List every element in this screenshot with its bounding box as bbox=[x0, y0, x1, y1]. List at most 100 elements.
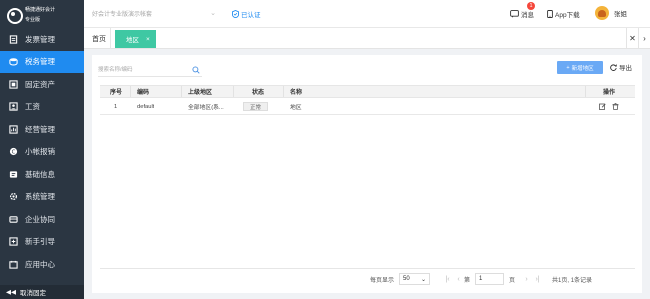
settings-icon bbox=[9, 192, 18, 201]
search-input[interactable]: 搜索名称/编码 bbox=[98, 64, 202, 77]
sidebar-item-tax[interactable]: 税务管理 bbox=[0, 50, 84, 73]
search-icon[interactable] bbox=[192, 66, 200, 74]
brand-edition: 专业版 bbox=[25, 16, 41, 23]
sidebar-menu: 发票管理 税务管理 固定资产 工资 经营管理 C 小帐报销 基础信息 系统管理 bbox=[0, 28, 84, 276]
shield-icon bbox=[232, 10, 239, 18]
add-region-label: 新增地区 bbox=[571, 65, 594, 72]
next-page-icon[interactable]: › bbox=[521, 276, 532, 283]
sidebar-item-label: 应用中心 bbox=[25, 259, 55, 269]
sidebar-item-label: 系统管理 bbox=[25, 192, 55, 202]
apps-icon bbox=[9, 260, 18, 269]
invoice-icon bbox=[9, 35, 18, 44]
logo-icon bbox=[6, 7, 23, 24]
message-icon bbox=[510, 10, 519, 18]
phone-icon bbox=[547, 10, 553, 18]
messages-button[interactable]: 消息 bbox=[510, 9, 534, 19]
verified-badge[interactable]: 已认证 bbox=[232, 9, 261, 19]
app-download-button[interactable]: App下载 bbox=[547, 9, 580, 19]
total-records: 共1页, 1条记录 bbox=[552, 277, 593, 284]
per-page-label: 每页显示 bbox=[370, 277, 395, 284]
sidebar-item-label: 基础信息 bbox=[25, 169, 55, 179]
app-download-label: App下载 bbox=[555, 12, 580, 19]
page-prefix: 第 bbox=[464, 277, 471, 284]
tab-bar: 首页 地区 × ✕ › bbox=[84, 28, 650, 49]
collab-icon bbox=[9, 215, 18, 224]
col-actions-header: 操作 bbox=[603, 90, 616, 96]
table-footer-divider bbox=[100, 268, 635, 269]
sidebar-item-label: 发票管理 bbox=[25, 34, 55, 44]
sidebar-item-system[interactable]: 系统管理 bbox=[0, 186, 84, 209]
sidebar-item-fixed-assets[interactable]: 固定资产 bbox=[0, 73, 84, 96]
prev-page-icon[interactable]: ‹ bbox=[453, 276, 464, 283]
export-button[interactable]: 导出 bbox=[610, 62, 632, 72]
close-icon[interactable]: × bbox=[146, 36, 150, 43]
avatar bbox=[595, 6, 609, 20]
sidebar-item-business[interactable]: 经营管理 bbox=[0, 118, 84, 141]
sidebar-item-app-center[interactable]: 应用中心 bbox=[0, 253, 84, 276]
sidebar-item-label: 工资 bbox=[25, 102, 40, 112]
company-select[interactable]: 好会计专业版演示帐套 ⌄ bbox=[92, 9, 216, 20]
close-tabs-icon[interactable]: ✕ bbox=[626, 28, 638, 49]
chevron-right-icon[interactable]: › bbox=[638, 28, 650, 49]
sidebar-item-label: 小帐报销 bbox=[25, 147, 55, 157]
cell-index: 1 bbox=[114, 103, 118, 110]
salary-icon bbox=[9, 102, 18, 111]
chevron-down-icon: ⌄ bbox=[420, 276, 427, 283]
asset-icon bbox=[9, 80, 18, 89]
col-status-header: 状态 bbox=[252, 90, 265, 96]
tax-icon bbox=[9, 57, 18, 66]
unpin-label: 取消固定 bbox=[20, 290, 46, 297]
search-placeholder: 搜索名称/编码 bbox=[98, 67, 133, 73]
add-region-button[interactable]: + 新增地区 bbox=[557, 61, 603, 74]
page-suffix: 页 bbox=[509, 277, 516, 284]
last-page-icon[interactable]: ›| bbox=[532, 276, 543, 283]
export-label: 导出 bbox=[619, 65, 632, 72]
info-icon bbox=[9, 170, 18, 179]
export-icon bbox=[610, 63, 617, 71]
sidebar-item-label: 税务管理 bbox=[25, 57, 55, 67]
per-page-select[interactable]: 50 ⌄ bbox=[399, 273, 431, 285]
tab-label: 首页 bbox=[92, 35, 106, 43]
unpin-sidebar-button[interactable]: ◀◀ 取消固定 bbox=[0, 285, 84, 299]
sidebar-item-reimburse[interactable]: C 小帐报销 bbox=[0, 141, 84, 164]
reimburse-icon: C bbox=[9, 147, 18, 156]
messages-count-badge: 1 bbox=[527, 2, 535, 10]
page-value: 1 bbox=[479, 276, 483, 282]
col-index-header: 序号 bbox=[110, 90, 123, 96]
col-parent-header: 上级地区 bbox=[188, 90, 213, 96]
verified-label: 已认证 bbox=[241, 12, 261, 19]
brand-name: 畅捷通好会计 bbox=[25, 6, 56, 13]
sidebar-item-collab[interactable]: 企业协同 bbox=[0, 208, 84, 231]
sidebar-item-label: 固定资产 bbox=[25, 79, 55, 89]
double-chevron-left-icon: ◀◀ bbox=[6, 289, 16, 296]
table-header: 序号 编码 上级地区 状态 名称 操作 bbox=[100, 85, 635, 98]
sidebar-item-invoice[interactable]: 发票管理 bbox=[0, 28, 84, 51]
status-badge: 正常 bbox=[243, 102, 269, 111]
col-code-header: 编码 bbox=[137, 90, 150, 96]
tab-home[interactable]: 首页 bbox=[88, 28, 111, 49]
user-menu[interactable]: 张姐 bbox=[595, 6, 627, 20]
brand-logo[interactable]: 畅捷通好会计 专业版 bbox=[0, 0, 84, 28]
edit-icon[interactable] bbox=[599, 103, 606, 110]
pagination: 每页显示 50 ⌄ |‹ ‹ 第 1 页 › ›| 共1页, 1条记录 bbox=[370, 272, 592, 286]
svg-text:C: C bbox=[12, 150, 16, 156]
cell-name: 地区 bbox=[290, 105, 302, 111]
sidebar-item-label: 企业协同 bbox=[25, 214, 55, 224]
delete-icon[interactable] bbox=[612, 103, 619, 110]
business-icon bbox=[9, 125, 18, 134]
tab-label: 地区 bbox=[126, 37, 139, 44]
table-row[interactable]: 1 default 全部地区(系... 正常 地区 bbox=[100, 99, 635, 115]
top-header: 好会计专业版演示帐套 ⌄ 已认证 消息 1 App下载 张姐 bbox=[84, 0, 650, 28]
guide-icon bbox=[9, 237, 18, 246]
messages-label: 消息 bbox=[521, 12, 534, 19]
page-input[interactable]: 1 bbox=[475, 273, 505, 285]
cell-parent: 全部地区(系... bbox=[188, 105, 224, 111]
sidebar-item-salary[interactable]: 工资 bbox=[0, 96, 84, 119]
tab-region[interactable]: 地区 × bbox=[115, 30, 156, 48]
cell-code: default bbox=[137, 103, 155, 110]
sidebar: 畅捷通好会计 专业版 发票管理 税务管理 固定资产 工资 经营管理 C 小帐报销 bbox=[0, 0, 84, 299]
first-page-icon[interactable]: |‹ bbox=[442, 276, 453, 283]
sidebar-item-basic-info[interactable]: 基础信息 bbox=[0, 163, 84, 186]
sidebar-item-guide[interactable]: 新手引导 bbox=[0, 231, 84, 254]
user-name: 张姐 bbox=[614, 11, 627, 18]
